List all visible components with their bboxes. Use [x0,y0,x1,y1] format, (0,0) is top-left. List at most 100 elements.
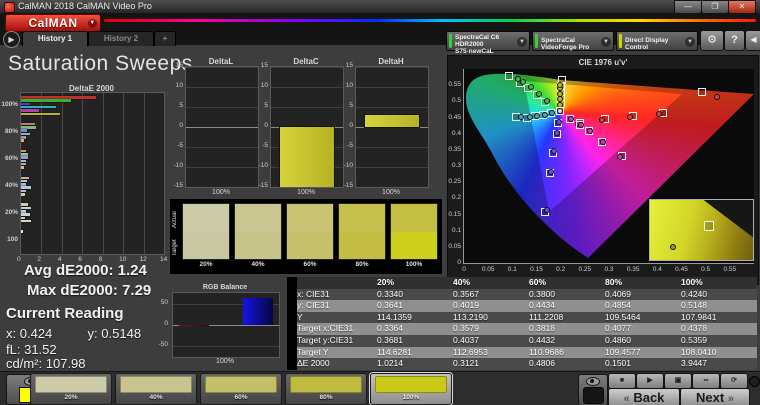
cie-measured-marker [543,206,550,213]
frame-button[interactable]: ▣ [664,373,692,389]
deltae-chart [20,92,165,255]
rgb-balance-chart [172,292,280,358]
settings-button[interactable]: ⚙ [700,30,724,51]
cie-y-tick: 0.4 [451,129,461,137]
deltae-bar-yellow [21,193,25,196]
patch-button-80%[interactable]: 80% [285,373,367,405]
avg-de2000: Avg dE2000: 1.24 [24,262,147,279]
mini-y-tick: 15 [175,62,183,69]
close-button[interactable]: ✕ [728,0,756,14]
back-button[interactable]: « Back [608,388,680,405]
swatch-20% [183,204,229,259]
mini-y-tick: -15 [343,182,353,189]
table-cell: 112.6953 [453,346,488,357]
source-dropdown[interactable]: SpectraCal VideoForge Pro ▼ [532,31,614,51]
deltae-bar-magenta [21,189,27,193]
mini-y-tick: 15 [345,62,353,69]
mini-gridline [356,167,428,168]
mini-x-label: 100% [297,189,315,196]
table-cell: 109.5464 [605,311,641,322]
mini-gridline [186,107,258,108]
rgb-bar-red [179,325,209,326]
mini-title-deltac: DeltaC [293,57,319,66]
meter-dropdown[interactable]: SpectraCal C6 HDR2000 S75-newCaL ▼ [446,31,530,55]
table-cell: 114.1359 [377,311,412,322]
mini-y-tick: -5 [347,142,353,149]
source-status-bar [535,34,538,48]
cie-x-tick: 0.1 [507,266,517,273]
stop-button[interactable]: ■ [608,373,636,389]
swatch-label: 60% [303,261,317,268]
cie-target-marker [698,88,707,97]
display-dropdown[interactable]: Direct Display Control ▼ [616,31,698,51]
patch-button-20%[interactable]: 20% [30,373,112,405]
help-button[interactable]: ? [724,30,745,51]
minimize-button[interactable]: — [674,0,702,14]
help-icon: ? [731,34,738,46]
patch-label: 100% [402,394,420,401]
table-cell: 0.5359 [681,335,707,345]
cie-inset-target [703,220,714,231]
cie-chart-title: CIE 1976 u'v' [578,58,628,67]
mini-title-deltal: DeltaL [208,57,234,66]
next-button[interactable]: Next » [680,388,750,405]
cie-chart-panel: CIE 1976 u'v' 0 0.05 0.1 0.15 0.2 0.25 0.3 0.35… [447,55,759,285]
mini-gridline [271,67,343,68]
chevron-down-icon: ▼ [517,37,527,47]
patch-button-100%[interactable]: 100% [370,373,452,405]
meter-line2: S75-newCaL [455,48,494,55]
table-cell: 0.4860 [605,335,631,345]
status-dot [749,376,760,387]
max-de2000-label: Max dE2000: [27,282,118,299]
tab-history-2[interactable]: History 2 [88,31,154,46]
table-cell: 0.3800 [529,288,555,299]
play-button[interactable]: ▶ [636,373,664,389]
mini-gridline [356,187,428,188]
link-button[interactable]: ∞ [692,373,720,389]
deltae-bar-green [21,99,72,102]
patch-button-60%[interactable]: 60% [200,373,282,405]
rainbow-divider [104,19,756,22]
x-label: x: [6,326,17,341]
back-label: Back [633,390,665,405]
deltae-group-label: 40% [4,181,18,189]
cd-value: 107.98 [45,356,86,371]
swatch-actual [287,204,333,232]
chevron-down-icon: ▼ [601,37,611,47]
table-cell: 0.3641 [377,300,403,311]
deltae-bar-cyan [21,132,31,136]
mini-y-tick: -5 [177,142,183,149]
collapse-panel-button[interactable]: ◀ [745,30,760,51]
table-col-header: 60% [529,277,547,287]
chevron-double-right-icon: » [727,393,734,405]
mini-gridline [271,87,343,88]
tab-+[interactable]: + [154,31,176,46]
workflow-menu-button[interactable]: ▶ [3,31,20,48]
actual-row-label: Actual [172,211,178,229]
calman-menu-button[interactable]: CalMAN ▼ [5,14,101,32]
cie-measured-marker [541,111,548,118]
patch-button-40%[interactable]: 40% [115,373,197,405]
eye-icon [586,377,600,386]
measurement-table: 20% 40% 60% 80% 100% x: CIE31 0.3340 0.3567 0.38… [287,277,757,370]
table-cell: 110.9686 [529,346,564,357]
deltae-bar-cyan [21,105,56,109]
mini-y-tick: 15 [260,62,268,69]
meter-status-bar [449,34,452,48]
table-row: Y 114.1359 113.2190 111.2208 109.5464 107.984… [287,311,757,324]
table-cell: 0.3818 [529,323,555,334]
avg-de2000-value: 1.24 [117,262,147,279]
tab-history-1[interactable]: History 1 [22,31,88,46]
table-row-label: Y [297,311,303,322]
deltae-bar-magenta [21,162,26,166]
deltae-bar-yellow [21,166,25,169]
refresh-button[interactable]: ⟳ [720,373,748,389]
deltae-bar-red [21,203,29,206]
mini-y-tick: 5 [349,102,353,109]
display-preview-button[interactable] [578,374,608,405]
restore-button[interactable]: ❐ [701,0,729,14]
swatch-target [391,231,437,259]
patch-label: 20% [64,394,78,401]
deltae-gridline [41,93,43,254]
swatch-label: 100% [405,261,423,268]
